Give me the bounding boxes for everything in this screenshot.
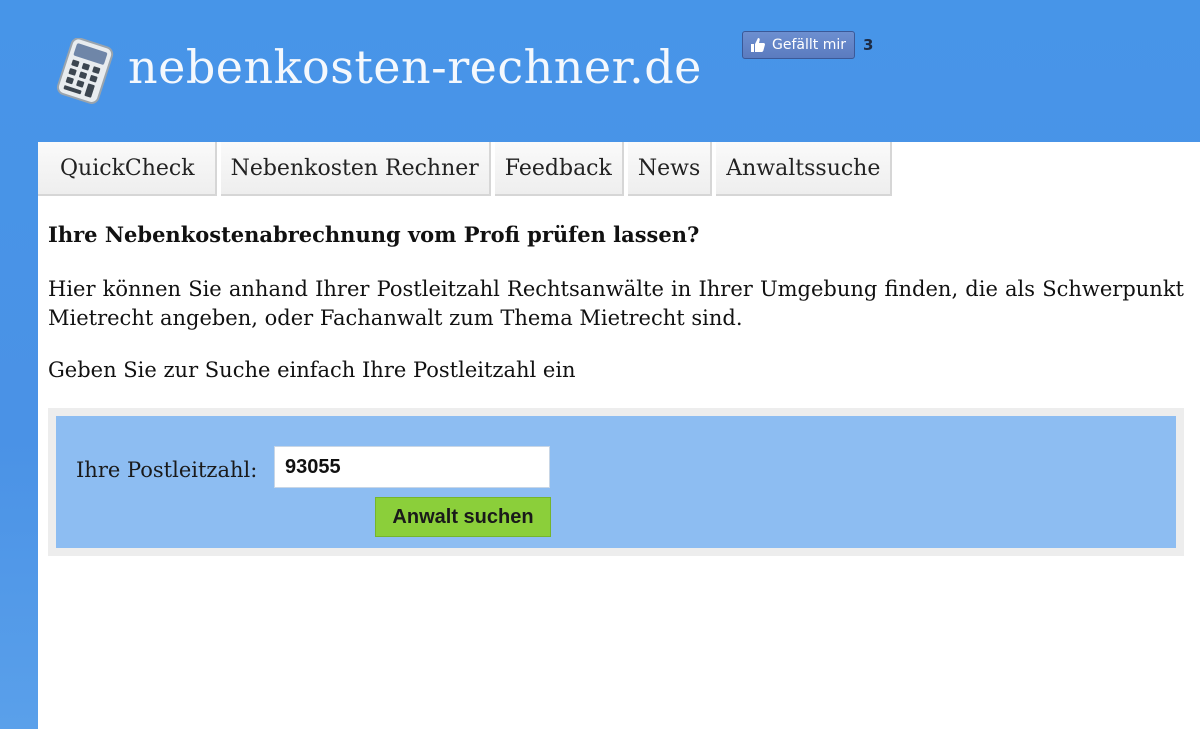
thumbs-up-icon: [749, 36, 767, 54]
site-logo-text[interactable]: nebenkosten-rechner.de: [128, 44, 702, 90]
like-count: 3: [862, 36, 874, 54]
intro-paragraph: Hier können Sie anhand Ihrer Postleitzah…: [48, 277, 1184, 330]
nav-item-anwaltssuche[interactable]: Anwaltssuche: [716, 142, 893, 196]
nav-item-feedback[interactable]: Feedback: [494, 142, 624, 196]
postal-code-input[interactable]: [274, 446, 550, 488]
calculator-icon[interactable]: [52, 37, 120, 104]
nav-item-nebenkosten-rechner[interactable]: Nebenkosten Rechner: [220, 142, 491, 196]
like-button-label: Gefällt mir: [772, 37, 846, 53]
lawyer-search-form: Ihre Postleitzahl: Anwalt suchen: [48, 408, 1184, 556]
postal-code-label: Ihre Postleitzahl:: [76, 458, 258, 482]
search-lawyer-button[interactable]: Anwalt suchen: [375, 497, 551, 537]
nav-item-quickcheck[interactable]: QuickCheck: [38, 142, 217, 196]
page-heading: Ihre Nebenkostenabrechnung vom Profi prü…: [48, 222, 700, 247]
search-panel: Ihre Postleitzahl: Anwalt suchen: [56, 416, 1176, 548]
main-navigation: QuickCheck Nebenkosten Rechner Feedback …: [38, 142, 896, 196]
nav-item-news[interactable]: News: [627, 142, 713, 196]
search-instruction: Geben Sie zur Suche einfach Ihre Postlei…: [48, 358, 576, 382]
facebook-like-button[interactable]: Gefällt mir: [742, 31, 855, 59]
main-content: QuickCheck Nebenkosten Rechner Feedback …: [38, 142, 1200, 729]
facebook-like-widget: Gefällt mir 3: [742, 31, 873, 59]
site-header: nebenkosten-rechner.de Gefällt mir 3: [0, 0, 1200, 142]
